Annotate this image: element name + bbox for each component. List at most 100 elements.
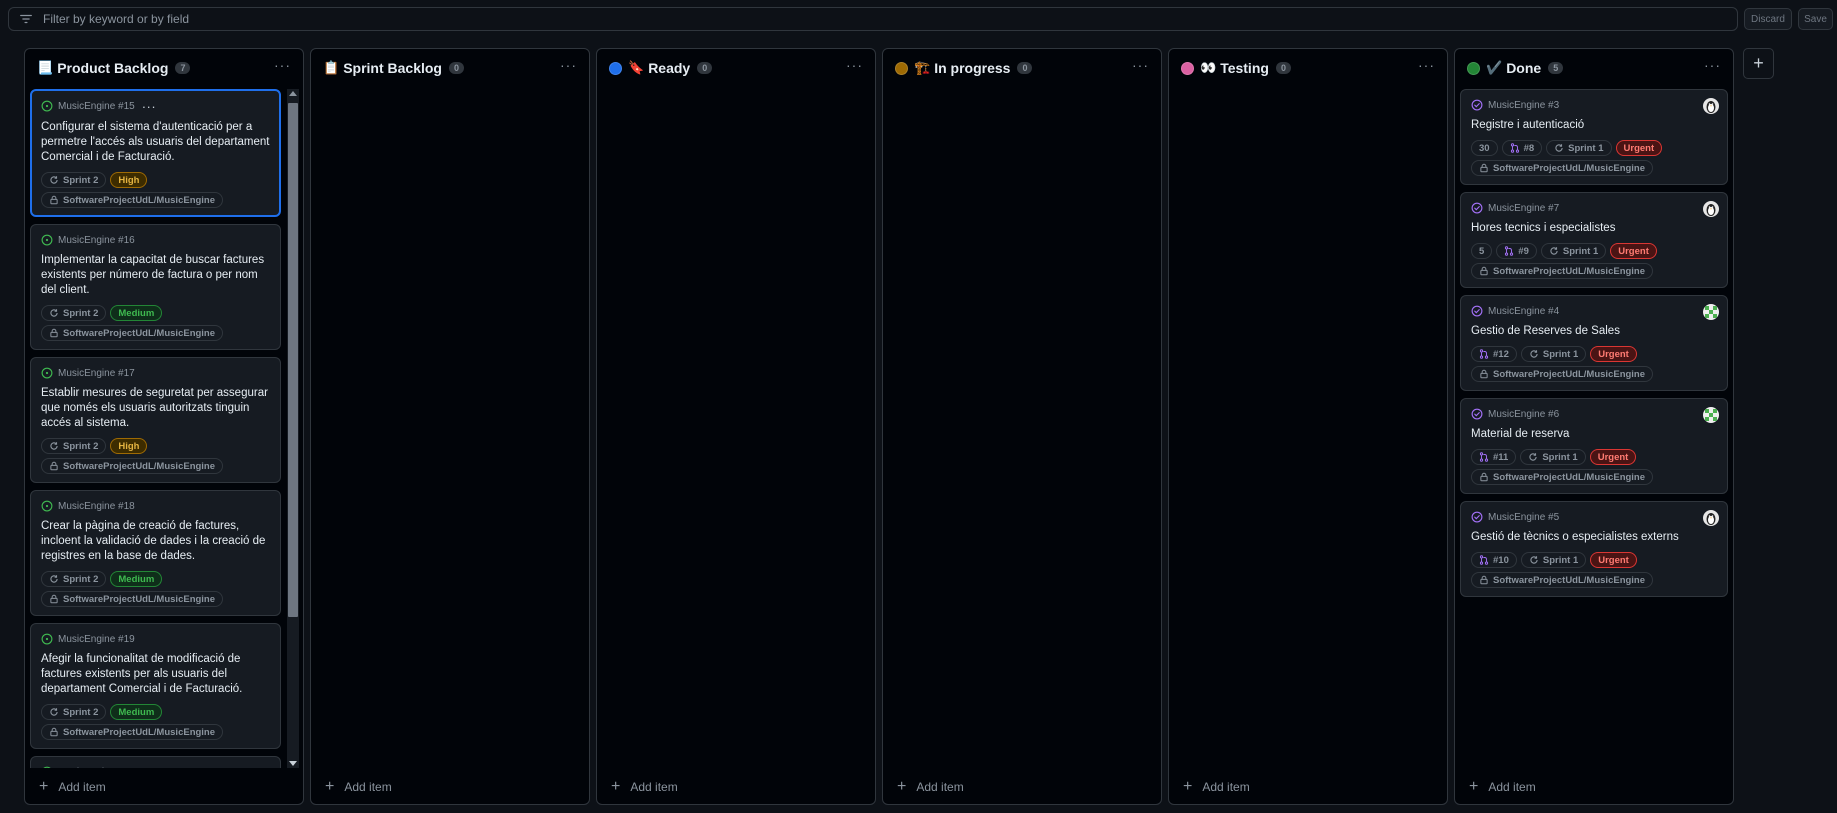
issue-ref[interactable]: MusicEngine #3 bbox=[1488, 100, 1559, 111]
add-item-button[interactable]: + Add item bbox=[897, 778, 964, 796]
issue-title[interactable]: Crear la pàgina de creació de factures, … bbox=[41, 519, 270, 564]
issue-ref[interactable]: MusicEngine #4 bbox=[1488, 306, 1559, 317]
issue-title[interactable]: Configurar el sistema d'autenticació per… bbox=[41, 120, 270, 165]
issue-ref[interactable]: MusicEngine #17 bbox=[58, 368, 135, 379]
issue-ref[interactable]: MusicEngine #15 bbox=[58, 101, 135, 112]
issue-card[interactable]: MusicEngine #5 Gestió de tècnics o especi… bbox=[1460, 501, 1728, 597]
repository-pill[interactable]: SoftwareProjectUdL/MusicEngine bbox=[41, 458, 224, 474]
sprint-pill[interactable]: Sprint 2 bbox=[41, 172, 107, 188]
priority-pill[interactable]: Medium bbox=[110, 704, 163, 720]
add-item-button[interactable]: + Add item bbox=[1183, 778, 1250, 796]
priority-pill[interactable]: Urgent bbox=[1615, 140, 1663, 156]
assignee-avatar[interactable] bbox=[1703, 510, 1719, 526]
filter-input[interactable] bbox=[43, 12, 1643, 26]
add-item-button[interactable]: + Add item bbox=[1469, 778, 1536, 796]
sprint-pill[interactable]: Sprint 1 bbox=[1546, 140, 1612, 156]
card-menu-button[interactable]: ··· bbox=[142, 99, 157, 114]
repository-pill[interactable]: SoftwareProjectUdL/MusicEngine bbox=[41, 325, 224, 341]
assignee-avatar[interactable] bbox=[1703, 304, 1719, 320]
sprint-pill[interactable]: Sprint 2 bbox=[41, 704, 107, 720]
linked-pr-pill[interactable]: #10 bbox=[1471, 552, 1517, 568]
column-menu-button[interactable]: ··· bbox=[1704, 57, 1721, 73]
add-item-button[interactable]: + Add item bbox=[39, 778, 106, 796]
issue-title[interactable]: Implementar la capacitat de buscar factu… bbox=[41, 253, 270, 298]
column-menu-button[interactable]: ··· bbox=[1418, 57, 1435, 73]
issue-card[interactable]: MusicEngine #3 Registre i autenticació 30 #… bbox=[1460, 89, 1728, 185]
sprint-pill[interactable]: Sprint 2 bbox=[41, 305, 107, 321]
sprint-pill[interactable]: Sprint 1 bbox=[1520, 449, 1586, 465]
repository-pill[interactable]: SoftwareProjectUdL/MusicEngine bbox=[41, 192, 224, 208]
filter-bar[interactable] bbox=[8, 7, 1738, 31]
scroll-thumb[interactable] bbox=[288, 103, 298, 617]
issue-card[interactable]: MusicEngine #19 Afegir la funcionalitat d… bbox=[30, 623, 281, 749]
sprint-pill[interactable]: Sprint 2 bbox=[41, 438, 107, 454]
estimate-pill[interactable]: 5 bbox=[1471, 243, 1493, 259]
priority-pill[interactable]: Urgent bbox=[1610, 243, 1657, 259]
priority-pill[interactable]: Medium bbox=[110, 305, 163, 321]
priority-pill[interactable]: Medium bbox=[110, 571, 163, 587]
repository-pill[interactable]: SoftwareProjectUdL/MusicEngine bbox=[1471, 469, 1654, 485]
priority-pill[interactable]: High bbox=[110, 438, 148, 454]
repository-pill[interactable]: SoftwareProjectUdL/MusicEngine bbox=[1471, 160, 1654, 176]
issue-ref[interactable]: MusicEngine #6 bbox=[1488, 409, 1559, 420]
save-button[interactable]: Save bbox=[1798, 8, 1833, 30]
issue-title[interactable]: Afegir la funcionalitat de modificació d… bbox=[41, 652, 270, 697]
issue-title[interactable]: Gestio de Reserves de Sales bbox=[1471, 324, 1717, 339]
column-menu-button[interactable]: ··· bbox=[560, 57, 577, 73]
issue-title[interactable]: Material de reserva bbox=[1471, 427, 1717, 442]
issue-ref[interactable]: MusicEngine #7 bbox=[1488, 203, 1559, 214]
issue-card[interactable]: MusicEngine #17 Establir mesures de segur… bbox=[30, 357, 281, 483]
column-menu-button[interactable]: ··· bbox=[274, 57, 291, 73]
issue-ref[interactable]: MusicEngine #18 bbox=[58, 501, 135, 512]
discard-button[interactable]: Discard bbox=[1744, 8, 1792, 30]
priority-pill[interactable]: Urgent bbox=[1590, 552, 1637, 568]
issue-card[interactable]: MusicEngine #18 Crear la pàgina de creaci… bbox=[30, 490, 281, 616]
assignee-avatar[interactable] bbox=[1703, 407, 1719, 423]
issue-card[interactable]: MusicEngine #15 ··· Configurar el sistema … bbox=[30, 89, 281, 217]
repository-pill[interactable]: SoftwareProjectUdL/MusicEngine bbox=[41, 591, 224, 607]
issue-ref[interactable]: MusicEngine #19 bbox=[58, 634, 135, 645]
column-menu-button[interactable]: ··· bbox=[846, 57, 863, 73]
sprint-pill[interactable]: Sprint 1 bbox=[1520, 346, 1587, 362]
repository-pill[interactable]: SoftwareProjectUdL/MusicEngine bbox=[1471, 572, 1654, 588]
linked-pr-pill[interactable]: #12 bbox=[1471, 346, 1517, 362]
issue-title[interactable]: Registre i autenticació bbox=[1471, 118, 1717, 133]
add-item-button[interactable]: + Add item bbox=[611, 778, 678, 796]
issue-ref[interactable]: MusicEngine #5 bbox=[1488, 512, 1559, 523]
issue-title[interactable]: Hores tecnics i especialistes bbox=[1471, 221, 1717, 236]
repository-pill[interactable]: SoftwareProjectUdL/MusicEngine bbox=[1471, 263, 1654, 279]
repository-pill[interactable]: SoftwareProjectUdL/MusicEngine bbox=[1471, 366, 1654, 382]
column-menu-button[interactable]: ··· bbox=[1132, 57, 1149, 73]
priority-pill[interactable]: Urgent bbox=[1590, 346, 1637, 362]
issue-card[interactable]: MusicEngine #20 bbox=[30, 756, 281, 768]
issue-card[interactable]: MusicEngine #7 Hores tecnics i especialis… bbox=[1460, 192, 1728, 288]
estimate-pill[interactable]: 30 bbox=[1471, 140, 1498, 156]
issue-card[interactable]: MusicEngine #16 Implementar la capacitat … bbox=[30, 224, 281, 350]
issue-title[interactable]: Establir mesures de seguretat per assegu… bbox=[41, 386, 270, 431]
issue-title[interactable]: Gestió de tècnics o especialistes extern… bbox=[1471, 530, 1717, 545]
linked-pr-pill[interactable]: #11 bbox=[1471, 449, 1517, 465]
issue-ref[interactable]: MusicEngine #20 bbox=[58, 767, 135, 768]
issue-card[interactable]: MusicEngine #6 Material de reserva #11 Spri… bbox=[1460, 398, 1728, 494]
add-column-button[interactable]: + bbox=[1743, 48, 1774, 79]
add-item-button[interactable]: + Add item bbox=[325, 778, 392, 796]
column-scrollbar[interactable] bbox=[287, 89, 299, 768]
repository-pill[interactable]: SoftwareProjectUdL/MusicEngine bbox=[41, 724, 224, 740]
issue-card[interactable]: MusicEngine #4 Gestio de Reserves de Sale… bbox=[1460, 295, 1728, 391]
priority-pill[interactable]: Urgent bbox=[1589, 449, 1637, 465]
linked-pr-pill[interactable]: #9 bbox=[1496, 243, 1537, 259]
priority-pill-label: Medium bbox=[118, 706, 155, 718]
priority-pill[interactable]: High bbox=[110, 172, 148, 188]
linked-pr-pill-label: #11 bbox=[1493, 451, 1509, 463]
assignee-avatar[interactable] bbox=[1703, 98, 1719, 114]
scroll-down-icon[interactable] bbox=[289, 761, 297, 766]
linked-pr-pill[interactable]: #8 bbox=[1501, 140, 1543, 156]
issue-ref[interactable]: MusicEngine #16 bbox=[58, 235, 135, 246]
sprint-pill[interactable]: Sprint 1 bbox=[1520, 552, 1587, 568]
card-header: MusicEngine #3 bbox=[1471, 99, 1717, 112]
sprint-pill[interactable]: Sprint 1 bbox=[1540, 243, 1607, 259]
scroll-up-icon[interactable] bbox=[289, 91, 297, 96]
repository-icon bbox=[49, 727, 63, 737]
sprint-pill[interactable]: Sprint 2 bbox=[41, 571, 107, 587]
assignee-avatar[interactable] bbox=[1703, 201, 1719, 217]
